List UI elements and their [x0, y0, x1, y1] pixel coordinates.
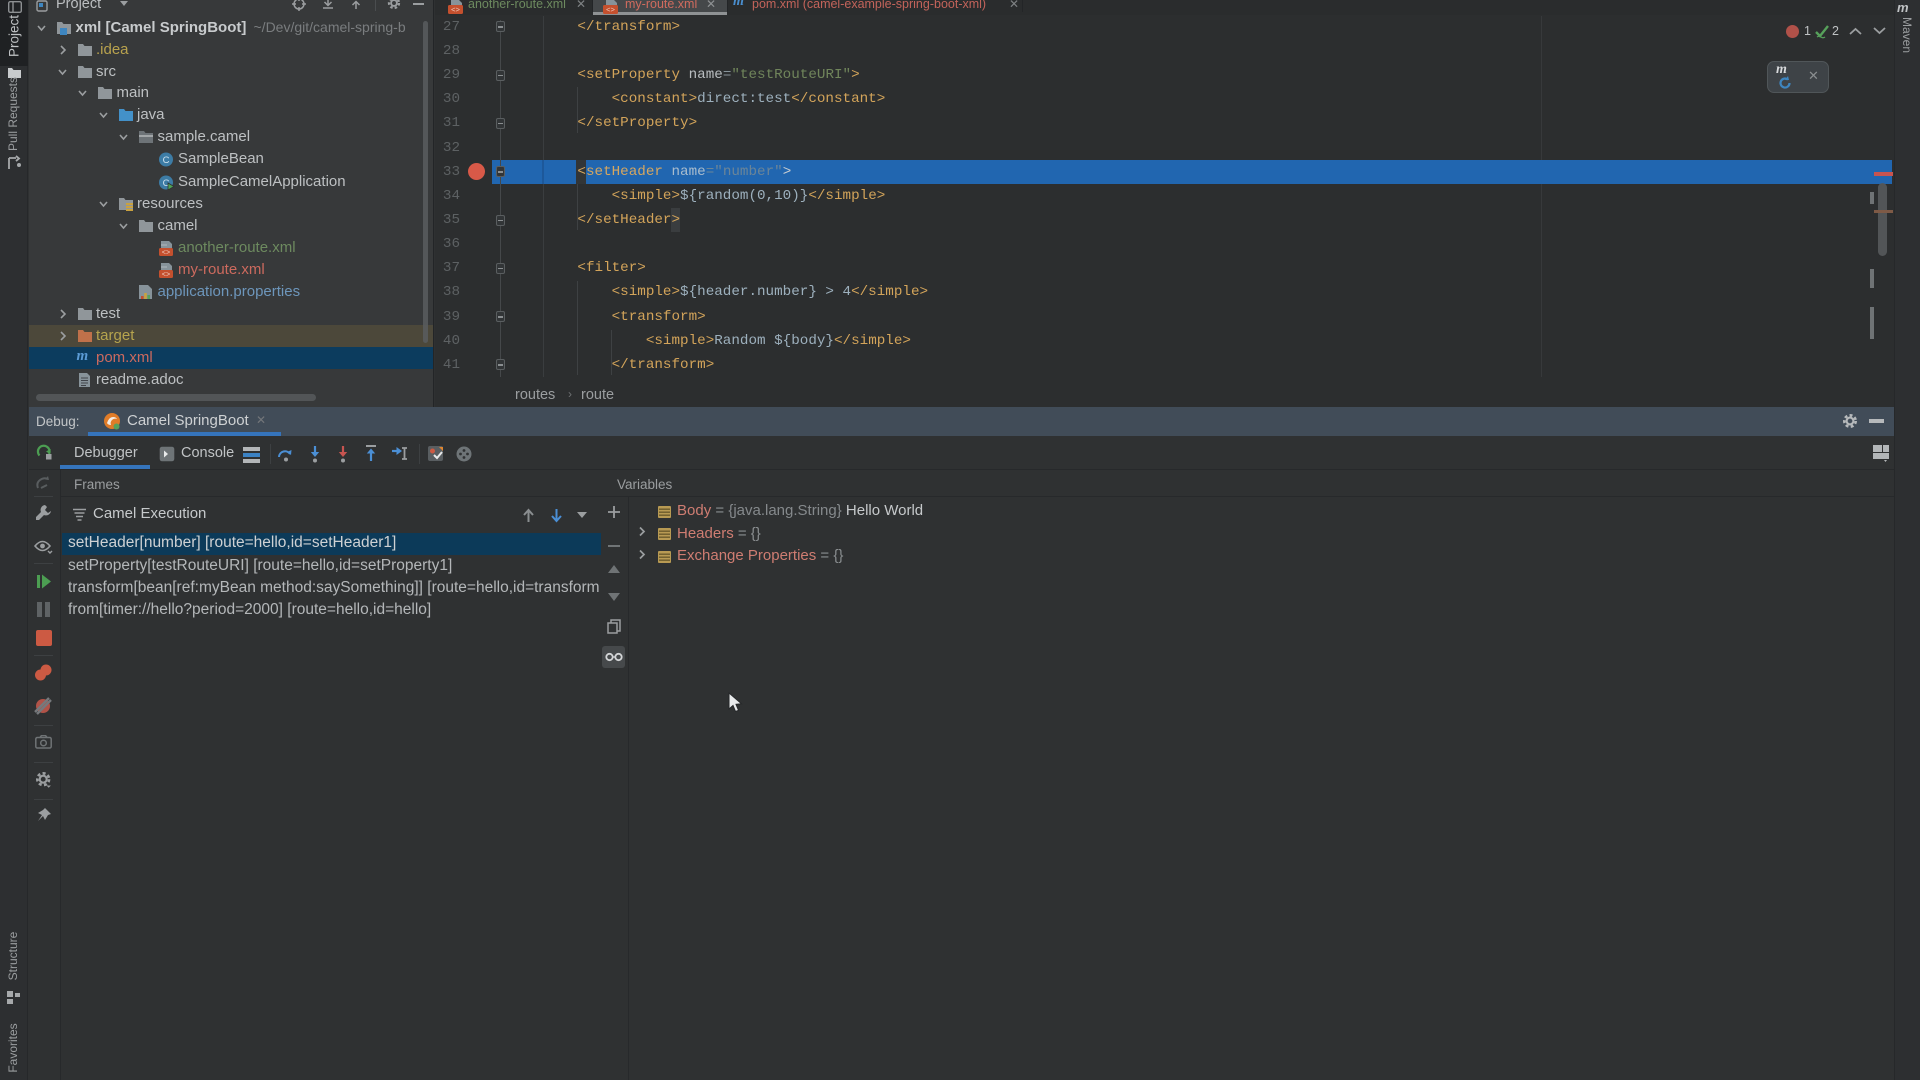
- svg-text:<>: <>: [606, 7, 616, 14]
- svg-text:C: C: [162, 155, 169, 166]
- svg-text:<>: <>: [161, 272, 169, 279]
- svg-text:<>: <>: [451, 7, 461, 14]
- svg-text:<>: <>: [161, 250, 169, 257]
